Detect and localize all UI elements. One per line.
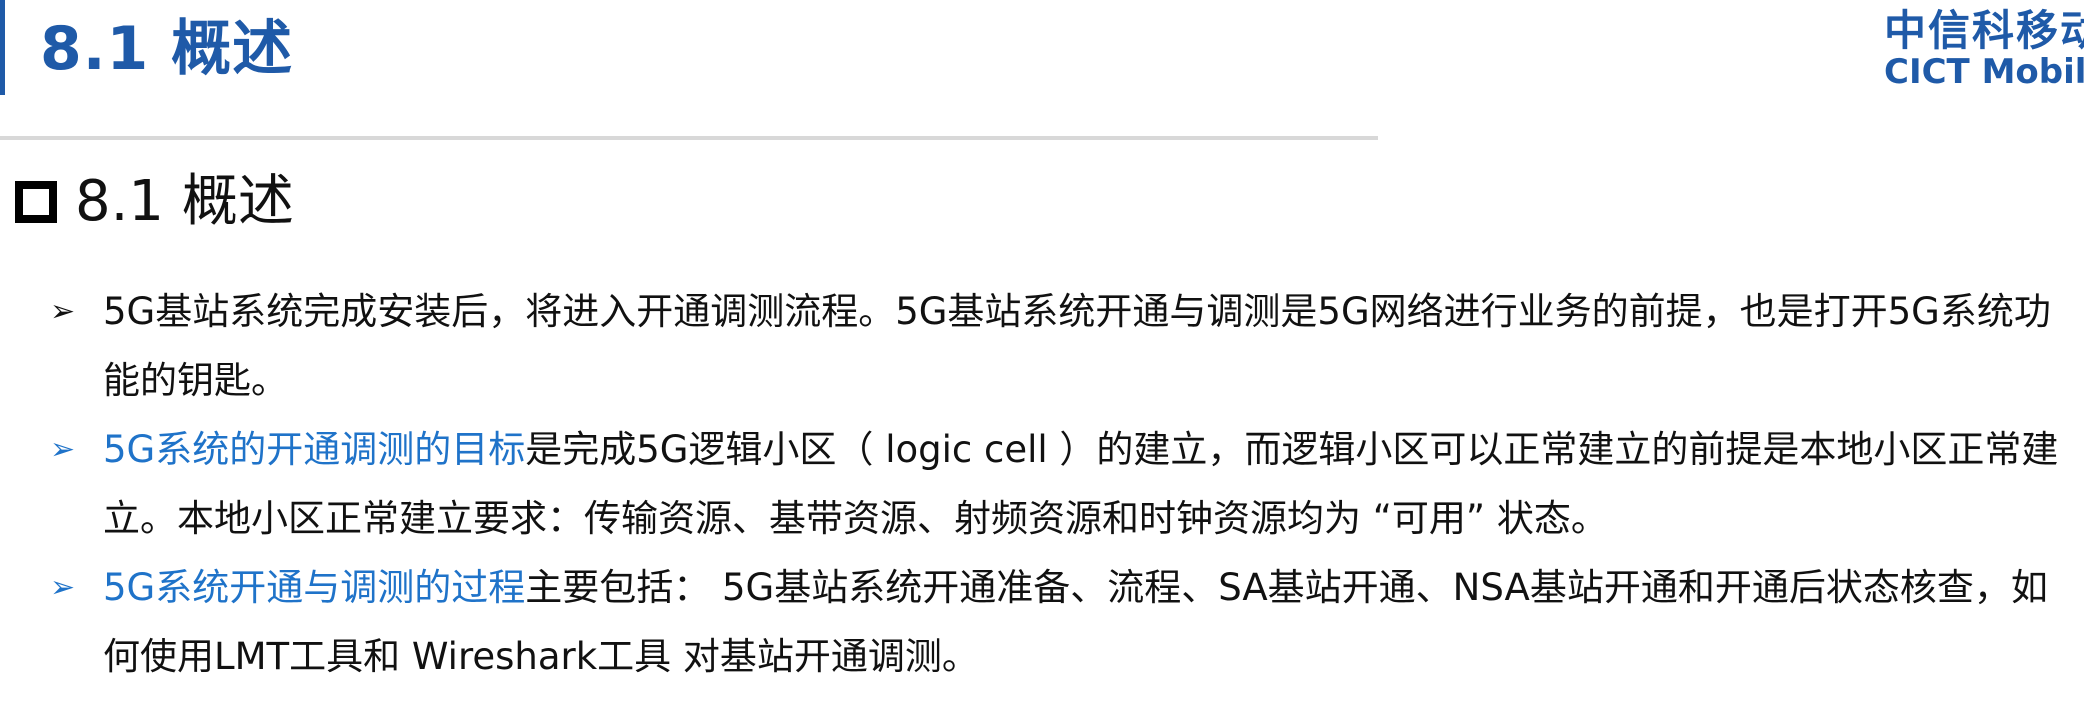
- logo-chinese-text: 中信科移动: [1884, 8, 2084, 55]
- company-logo: 中信科移动 CICT Mobile: [1884, 8, 2084, 92]
- bullet-highlight: 5G系统开通与调测的过程: [103, 566, 526, 609]
- logo-english-text: CICT Mobile: [1884, 52, 2084, 92]
- square-bullet-icon: [15, 181, 57, 223]
- bullet-item: ➢ 5G基站系统完成安装后，将进入开通调测流程。5G基站系统开通与调测是5G网络…: [0, 277, 2060, 415]
- bullet-item: ➢ 5G系统的开通调测的目标是完成5G逻辑小区（ logic cell ）的建立…: [0, 415, 2060, 553]
- slide: 8.1 概述 中信科移动 CICT Mobile 8.1 概述 ➢ 5G基站系统…: [0, 0, 2084, 726]
- arrow-bullet-icon: ➢: [50, 432, 76, 467]
- arrow-bullet-icon: ➢: [50, 294, 76, 329]
- bullet-text: 5G基站系统完成安装后，将进入开通调测流程。5G基站系统开通与调测是5G网络进行…: [103, 290, 2051, 402]
- bullet-list: ➢ 5G基站系统完成安装后，将进入开通调测流程。5G基站系统开通与调测是5G网络…: [0, 277, 2060, 691]
- section-title: 8.1 概述: [75, 169, 294, 234]
- page-title: 8.1 概述: [40, 14, 294, 84]
- section-heading: 8.1 概述: [15, 162, 294, 242]
- arrow-bullet-icon: ➢: [50, 570, 76, 605]
- bullet-item: ➢ 5G系统开通与调测的过程主要包括： 5G基站系统开通准备、流程、SA基站开通…: [0, 553, 2060, 691]
- header-accent-bar: [0, 0, 5, 95]
- header-divider: [0, 136, 1378, 140]
- bullet-highlight: 5G系统的开通调测的目标: [103, 428, 526, 471]
